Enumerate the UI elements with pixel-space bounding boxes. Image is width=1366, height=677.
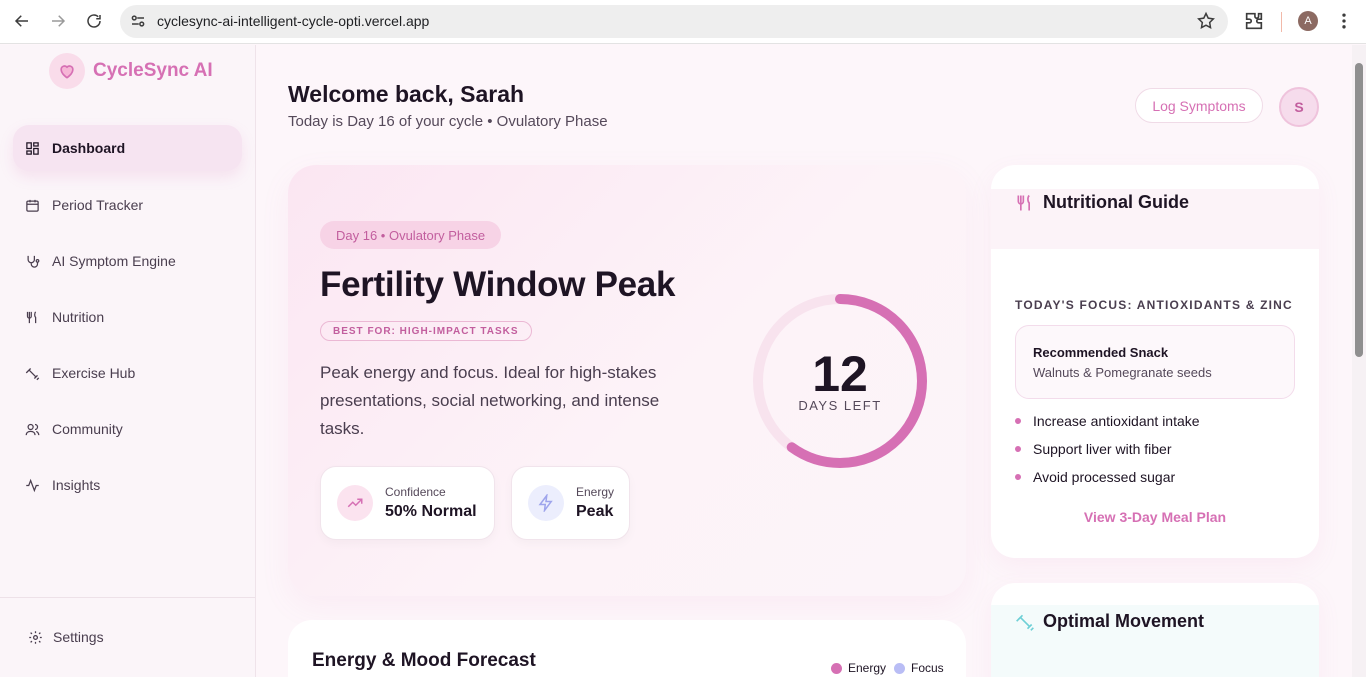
reload-icon[interactable] xyxy=(82,9,106,33)
bullet-dot xyxy=(1015,474,1021,480)
recommended-snack: Recommended Snack Walnuts & Pomegranate … xyxy=(1015,325,1295,399)
sidebar-item-label: Nutrition xyxy=(52,309,105,325)
sidebar-item-label: Period Tracker xyxy=(52,197,144,213)
phase-badge: Day 16 • Ovulatory Phase xyxy=(320,221,502,249)
view-meal-plan-link[interactable]: View 3-Day Meal Plan xyxy=(991,509,1319,525)
stat-label: Energy xyxy=(576,485,615,499)
page-title: Welcome back, Sarah xyxy=(288,81,525,107)
snack-value: Walnuts & Pomegranate seeds xyxy=(1033,365,1212,380)
sidebar-item-label: Dashboard xyxy=(52,140,126,156)
energy-stat: Energy Peak xyxy=(511,466,630,540)
dumbbell-icon xyxy=(24,365,40,381)
best-for-badge: BEST FOR: HIGH-IMPACT TASKS xyxy=(320,321,532,341)
sidebar-item-community[interactable]: Community xyxy=(13,406,242,452)
sidebar-item-settings[interactable]: Settings xyxy=(28,629,104,645)
sidebar-item-insights[interactable]: Insights xyxy=(13,462,242,508)
utensils-icon xyxy=(1015,193,1035,213)
list-item-text: Increase antioxidant intake xyxy=(1033,413,1200,429)
brand-name: CycleSync AI xyxy=(93,60,213,81)
forecast-title: Energy & Mood Forecast xyxy=(312,650,536,671)
lightning-icon xyxy=(528,485,564,521)
hero-title: Fertility Window Peak xyxy=(320,265,676,304)
phase-hero-card: Day 16 • Ovulatory Phase Fertility Windo… xyxy=(288,165,966,596)
nutritional-guide-card: Nutritional Guide TODAY'S FOCUS: ANTIOXI… xyxy=(991,165,1319,558)
card-title-text: Optimal Movement xyxy=(1043,611,1205,631)
sidebar-item-label: Exercise Hub xyxy=(52,365,136,381)
sidebar-item-period-tracker[interactable]: Period Tracker xyxy=(13,182,242,228)
snack-title: Recommended Snack xyxy=(1033,345,1169,360)
brand-logo[interactable]: CycleSync AI xyxy=(49,53,213,89)
stat-value: Peak xyxy=(576,503,614,520)
bullet-dot xyxy=(1015,446,1021,452)
sidebar-item-label: Community xyxy=(52,421,123,437)
log-symptoms-button[interactable]: Log Symptoms xyxy=(1135,88,1263,123)
confidence-stat: Confidence 50% Normal xyxy=(320,466,495,540)
menu-kebab-icon[interactable] xyxy=(1334,11,1354,36)
site-settings-icon[interactable] xyxy=(129,12,147,30)
sidebar-item-ai-symptom-engine[interactable]: AI Symptom Engine xyxy=(13,238,242,284)
legend-energy: Energy xyxy=(831,661,886,675)
legend-label: Energy xyxy=(848,661,887,675)
nutrition-focus: TODAY'S FOCUS: ANTIOXIDANTS & ZINC xyxy=(1015,298,1293,312)
users-icon xyxy=(24,421,40,437)
back-icon[interactable] xyxy=(10,9,34,33)
list-item: Increase antioxidant intake xyxy=(1015,413,1200,429)
cycle-subtitle: Today is Day 16 of your cycle • Ovulator… xyxy=(288,113,608,130)
sidebar-item-label: AI Symptom Engine xyxy=(52,253,176,269)
url-text[interactable]: cyclesync-ai-intelligent-cycle-opti.verc… xyxy=(157,13,429,29)
dumbbell-icon xyxy=(1015,612,1035,632)
browser-toolbar: cyclesync-ai-intelligent-cycle-opti.verc… xyxy=(0,0,1366,44)
dashboard-icon xyxy=(24,140,40,156)
optimal-movement-card: Optimal Movement xyxy=(991,583,1319,677)
gear-icon xyxy=(28,630,43,645)
days-left-number: 12 xyxy=(812,346,868,402)
list-item-text: Support liver with fiber xyxy=(1033,441,1172,457)
list-item: Support liver with fiber xyxy=(1015,441,1172,457)
user-avatar[interactable]: S xyxy=(1279,87,1319,127)
sidebar-item-dashboard[interactable]: Dashboard xyxy=(13,125,242,171)
stethoscope-icon xyxy=(24,253,40,269)
heart-icon xyxy=(49,53,85,89)
sidebar-divider xyxy=(0,597,255,598)
trending-up-icon xyxy=(337,485,373,521)
forward-icon[interactable] xyxy=(46,9,70,33)
bullet-dot xyxy=(1015,418,1021,424)
legend-dot xyxy=(894,662,905,674)
legend-focus: Focus xyxy=(894,661,944,675)
utensils-icon xyxy=(24,309,40,325)
list-item-text: Avoid processed sugar xyxy=(1033,469,1176,485)
legend-dot xyxy=(831,662,842,674)
extensions-icon[interactable] xyxy=(1243,10,1265,37)
sidebar: CycleSync AI Dashboard Period Tracker AI… xyxy=(0,45,256,677)
bookmark-star-icon[interactable] xyxy=(1196,11,1216,36)
scrollbar-thumb[interactable] xyxy=(1355,63,1363,357)
days-left-label: DAYS LEFT xyxy=(798,398,882,413)
settings-label: Settings xyxy=(53,629,104,645)
list-item: Avoid processed sugar xyxy=(1015,469,1175,485)
card-title: Nutritional Guide xyxy=(1015,192,1189,213)
stat-value: 50% Normal xyxy=(385,503,477,520)
calendar-icon xyxy=(24,197,40,213)
stat-label: Confidence xyxy=(385,485,446,499)
card-title-text: Nutritional Guide xyxy=(1043,192,1189,212)
activity-icon xyxy=(24,477,40,493)
toolbar-separator xyxy=(1281,12,1282,32)
hero-description: Peak energy and focus. Ideal for high-st… xyxy=(320,363,660,438)
card-title: Optimal Movement xyxy=(1015,611,1204,632)
main-content: Welcome back, Sarah Today is Day 16 of y… xyxy=(256,45,1352,677)
profile-avatar[interactable]: A xyxy=(1298,11,1318,31)
sidebar-item-label: Insights xyxy=(52,477,101,493)
sidebar-item-nutrition[interactable]: Nutrition xyxy=(13,294,242,340)
forecast-card: Energy & Mood Forecast Energy Focus xyxy=(288,620,966,677)
legend-label: Focus xyxy=(911,661,944,675)
sidebar-item-exercise-hub[interactable]: Exercise Hub xyxy=(13,350,242,396)
address-bar[interactable]: cyclesync-ai-intelligent-cycle-opti.verc… xyxy=(120,5,1228,38)
